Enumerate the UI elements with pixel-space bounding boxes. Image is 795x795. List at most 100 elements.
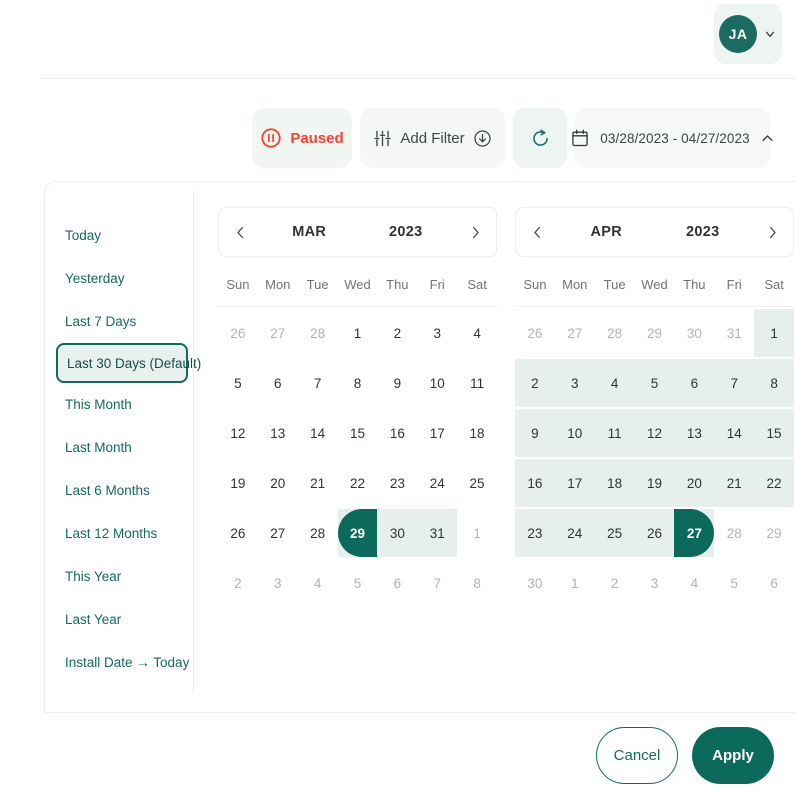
calendar-day[interactable]: 15 bbox=[338, 409, 378, 457]
calendar-day[interactable]: 28 bbox=[714, 509, 754, 557]
calendar-day[interactable]: 10 bbox=[417, 359, 457, 407]
calendar-day[interactable]: 4 bbox=[457, 309, 497, 357]
apply-button[interactable]: Apply bbox=[692, 727, 774, 784]
calendar-day[interactable]: 7 bbox=[417, 559, 457, 607]
preset-item[interactable]: Install Date → Today bbox=[45, 641, 194, 684]
chevron-left-icon[interactable] bbox=[219, 225, 261, 240]
calendar-day[interactable]: 21 bbox=[298, 459, 338, 507]
calendar-day[interactable]: 4 bbox=[594, 359, 635, 407]
calendar-day[interactable]: 3 bbox=[554, 359, 595, 407]
chevron-up-icon[interactable] bbox=[760, 131, 775, 146]
calendar-day[interactable]: 28 bbox=[595, 309, 635, 357]
preset-item[interactable]: Last 6 Months bbox=[45, 469, 194, 512]
calendar-day[interactable]: 8 bbox=[754, 359, 794, 407]
avatar[interactable]: JA bbox=[719, 15, 757, 53]
calendar-day[interactable]: 30 bbox=[515, 559, 555, 607]
calendar-day[interactable]: 12 bbox=[634, 409, 675, 457]
calendar-day[interactable]: 2 bbox=[515, 359, 555, 407]
calendar-day[interactable]: 14 bbox=[298, 409, 338, 457]
calendar-day[interactable]: 1 bbox=[754, 309, 794, 357]
calendar-day[interactable]: 16 bbox=[515, 459, 555, 507]
calendar-day[interactable]: 24 bbox=[554, 509, 595, 557]
calendar-day[interactable]: 10 bbox=[554, 409, 595, 457]
calendar-day[interactable]: 23 bbox=[515, 509, 555, 557]
preset-item[interactable]: Yesterday bbox=[45, 257, 194, 300]
calendar-day[interactable]: 19 bbox=[634, 459, 675, 507]
calendar-day[interactable]: 3 bbox=[635, 559, 675, 607]
calendar-day[interactable]: 28 bbox=[298, 309, 338, 357]
calendar-day[interactable]: 31 bbox=[714, 309, 754, 357]
calendar-day[interactable]: 22 bbox=[754, 459, 794, 507]
calendar-day[interactable]: 5 bbox=[714, 559, 754, 607]
calendar-day[interactable]: 26 bbox=[218, 509, 258, 557]
calendar-day[interactable]: 2 bbox=[377, 309, 417, 357]
calendar-day[interactable]: 25 bbox=[457, 459, 497, 507]
preset-item[interactable]: This Year bbox=[45, 555, 194, 598]
calendar-day[interactable]: 20 bbox=[674, 459, 715, 507]
calendar-day[interactable]: 28 bbox=[298, 509, 338, 557]
calendar-day[interactable]: 12 bbox=[218, 409, 258, 457]
add-filter-button[interactable]: Add Filter bbox=[360, 108, 505, 168]
calendar-day[interactable]: 27 bbox=[258, 309, 298, 357]
calendar-day[interactable]: 7 bbox=[714, 359, 755, 407]
calendar-day[interactable]: 17 bbox=[554, 459, 595, 507]
chevron-down-icon[interactable] bbox=[763, 27, 777, 41]
calendar-day[interactable]: 11 bbox=[594, 409, 635, 457]
preset-item[interactable]: Last Month bbox=[45, 426, 194, 469]
preset-item[interactable]: Today bbox=[45, 214, 194, 257]
calendar-day[interactable]: 6 bbox=[754, 559, 794, 607]
calendar-day[interactable]: 13 bbox=[674, 409, 715, 457]
chevron-right-icon[interactable] bbox=[454, 225, 496, 240]
calendar-day[interactable]: 1 bbox=[555, 559, 595, 607]
calendar-day[interactable]: 21 bbox=[714, 459, 755, 507]
calendar-day[interactable]: 1 bbox=[457, 509, 497, 557]
calendar-day[interactable]: 15 bbox=[754, 409, 794, 457]
calendar-day[interactable]: 25 bbox=[594, 509, 635, 557]
calendar-day[interactable]: 5 bbox=[634, 359, 675, 407]
chevron-right-icon[interactable] bbox=[751, 225, 793, 240]
calendar-day[interactable]: 22 bbox=[338, 459, 378, 507]
calendar-day[interactable]: 26 bbox=[634, 509, 675, 557]
calendar-day[interactable]: 26 bbox=[515, 309, 555, 357]
calendar-day[interactable]: 3 bbox=[417, 309, 457, 357]
calendar-day[interactable]: 29 bbox=[754, 509, 794, 557]
calendar-day[interactable]: 18 bbox=[457, 409, 497, 457]
calendar-day[interactable]: 3 bbox=[258, 559, 298, 607]
calendar-day[interactable]: 27 bbox=[674, 509, 715, 557]
preset-item[interactable]: Last 30 Days (Default) bbox=[56, 343, 201, 383]
calendar-day[interactable]: 30 bbox=[674, 309, 714, 357]
calendar-day[interactable]: 2 bbox=[218, 559, 258, 607]
calendar-day[interactable]: 5 bbox=[218, 359, 258, 407]
calendar-day[interactable]: 29 bbox=[635, 309, 675, 357]
calendar-day[interactable]: 27 bbox=[555, 309, 595, 357]
calendar-day[interactable]: 4 bbox=[674, 559, 714, 607]
date-range-button[interactable]: 03/28/2023 - 04/27/2023 bbox=[572, 108, 773, 168]
calendar-day[interactable]: 9 bbox=[377, 359, 417, 407]
download-circle-icon[interactable] bbox=[473, 129, 492, 148]
preset-item[interactable]: Last Year bbox=[45, 598, 194, 641]
calendar-day[interactable]: 30 bbox=[377, 509, 418, 557]
calendar-day[interactable]: 23 bbox=[377, 459, 417, 507]
calendar-day[interactable]: 6 bbox=[258, 359, 298, 407]
calendar-day[interactable]: 7 bbox=[298, 359, 338, 407]
refresh-button[interactable] bbox=[513, 108, 567, 168]
preset-item[interactable]: Last 7 Days bbox=[45, 300, 194, 343]
calendar-day[interactable]: 19 bbox=[218, 459, 258, 507]
calendar-day[interactable]: 11 bbox=[457, 359, 497, 407]
calendar-day[interactable]: 13 bbox=[258, 409, 298, 457]
calendar-day[interactable]: 8 bbox=[338, 359, 378, 407]
calendar-day[interactable]: 20 bbox=[258, 459, 298, 507]
calendar-day[interactable]: 8 bbox=[457, 559, 497, 607]
paused-status-button[interactable]: Paused bbox=[252, 108, 352, 168]
calendar-day[interactable]: 1 bbox=[338, 309, 378, 357]
calendar-day[interactable]: 31 bbox=[417, 509, 458, 557]
calendar-day[interactable]: 17 bbox=[417, 409, 457, 457]
calendar-day[interactable]: 5 bbox=[338, 559, 378, 607]
calendar-day[interactable]: 14 bbox=[714, 409, 755, 457]
cancel-button[interactable]: Cancel bbox=[596, 727, 678, 784]
calendar-day[interactable]: 18 bbox=[594, 459, 635, 507]
preset-item[interactable]: This Month bbox=[45, 383, 194, 426]
calendar-day[interactable]: 24 bbox=[417, 459, 457, 507]
calendar-day[interactable]: 2 bbox=[595, 559, 635, 607]
preset-item[interactable]: Last 12 Months bbox=[45, 512, 194, 555]
